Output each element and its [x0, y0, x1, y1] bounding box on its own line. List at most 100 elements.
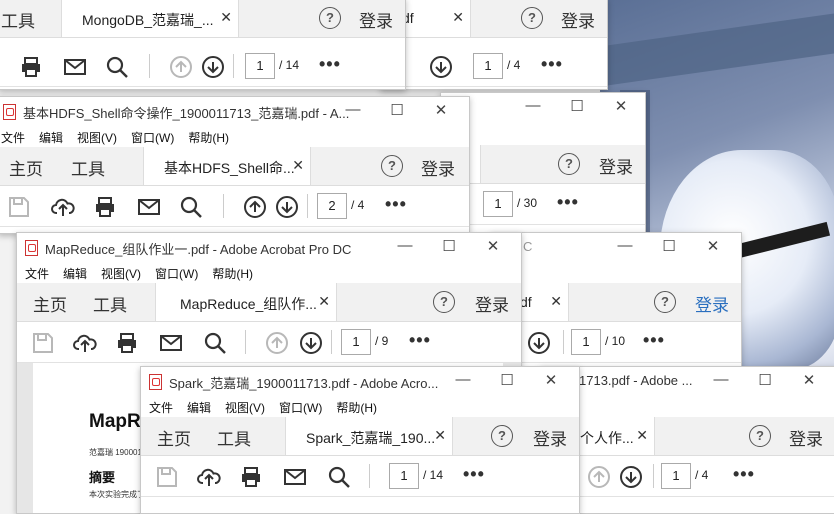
next-page-icon[interactable]	[429, 55, 453, 79]
email-icon[interactable]	[283, 465, 307, 489]
tab-tools[interactable]: 工具	[71, 155, 105, 180]
close-tab-icon[interactable]: ✕	[550, 293, 562, 310]
menu-file[interactable]: 文件	[149, 399, 173, 416]
maximize-icon[interactable]: ☐	[745, 371, 785, 389]
minimize-icon[interactable]: —	[605, 237, 645, 254]
minimize-icon[interactable]: —	[701, 371, 741, 388]
close-icon[interactable]: ✕	[789, 371, 829, 389]
menu-edit[interactable]: 编辑	[39, 129, 63, 146]
login-button[interactable]: 登录	[533, 425, 567, 450]
login-button[interactable]: 登录	[789, 425, 823, 450]
next-page-icon[interactable]	[275, 195, 299, 219]
login-button[interactable]: 登录	[599, 153, 633, 178]
page-number-input[interactable]: 1	[245, 53, 275, 79]
more-tools-icon[interactable]: •••	[643, 330, 665, 351]
prev-page-icon[interactable]	[265, 331, 289, 355]
minimize-icon[interactable]: —	[443, 371, 483, 388]
print-icon[interactable]	[93, 195, 117, 219]
page-number-input[interactable]: 2	[317, 193, 347, 219]
help-icon[interactable]: ?	[433, 291, 455, 313]
acrobat-window-back-middle[interactable]: — ☐ ✕ ? 登录 1 / 30 •••	[440, 92, 646, 234]
search-icon[interactable]	[179, 195, 203, 219]
maximize-icon[interactable]: ☐	[429, 237, 469, 255]
save-icon[interactable]	[155, 465, 179, 489]
menu-file[interactable]: 文件	[1, 129, 25, 146]
tab-home[interactable]: 主页	[33, 291, 67, 316]
close-icon[interactable]: ✕	[601, 97, 641, 115]
close-icon[interactable]: ✕	[531, 371, 571, 389]
maximize-icon[interactable]: ☐	[377, 101, 417, 119]
next-page-icon[interactable]	[299, 331, 323, 355]
minimize-icon[interactable]: —	[513, 97, 553, 114]
maximize-icon[interactable]: ☐	[557, 97, 597, 115]
close-icon[interactable]: ✕	[693, 237, 733, 255]
close-icon[interactable]: ✕	[421, 101, 461, 119]
acrobat-window-spark[interactable]: Spark_范嘉瑞_1900011713.pdf - Adobe Acro...…	[140, 366, 580, 514]
help-icon[interactable]: ?	[558, 153, 580, 175]
close-tab-icon[interactable]: ✕	[220, 9, 232, 26]
close-tab-icon[interactable]: ✕	[636, 427, 648, 444]
prev-page-icon[interactable]	[243, 195, 267, 219]
save-icon[interactable]	[7, 195, 31, 219]
more-tools-icon[interactable]: •••	[541, 54, 563, 75]
tab-tools[interactable]: 工具	[1, 7, 35, 32]
email-icon[interactable]	[63, 55, 87, 79]
login-button[interactable]: 登录	[561, 7, 595, 32]
help-icon[interactable]: ?	[749, 425, 771, 447]
tab-home[interactable]: 主页	[157, 425, 191, 450]
more-tools-icon[interactable]: •••	[385, 194, 407, 215]
acrobat-window-back-top-right[interactable]: df ✕ ? 登录 1 / 4 •••	[380, 0, 608, 90]
tab-home[interactable]: 主页	[9, 155, 43, 180]
menu-file[interactable]: 文件	[25, 265, 49, 282]
help-icon[interactable]: ?	[381, 155, 403, 177]
upload-cloud-icon[interactable]	[197, 465, 221, 489]
minimize-icon[interactable]: —	[385, 237, 425, 254]
print-icon[interactable]	[115, 331, 139, 355]
acrobat-window-back-right[interactable]: C — ☐ ✕ df ✕ ? 登录 1 / 10 •••	[490, 232, 742, 370]
menu-help[interactable]: 帮助(H)	[212, 265, 253, 282]
help-icon[interactable]: ?	[654, 291, 676, 313]
acrobat-window-hdfs[interactable]: 基本HDFS_Shell命令操作_1900011713_范嘉瑞.pdf - A.…	[0, 96, 470, 234]
menu-edit[interactable]: 编辑	[63, 265, 87, 282]
login-button[interactable]: 登录	[421, 155, 455, 180]
help-icon[interactable]: ?	[319, 7, 341, 29]
acrobat-window-personal[interactable]: 1713.pdf - Adobe ... — ☐ ✕ 个人作... ✕ ? 登录…	[540, 366, 834, 514]
close-tab-icon[interactable]: ✕	[318, 293, 330, 310]
more-tools-icon[interactable]: •••	[557, 192, 579, 213]
tab-document[interactable]: Spark_范嘉瑞_190... ✕	[285, 417, 453, 455]
email-icon[interactable]	[159, 331, 183, 355]
close-tab-icon[interactable]: ✕	[452, 9, 464, 26]
page-number-input[interactable]: 1	[341, 329, 371, 355]
page-number-input[interactable]: 1	[571, 329, 601, 355]
page-number-input[interactable]: 1	[389, 463, 419, 489]
tab-document[interactable]: MapReduce_组队作... ✕	[155, 283, 337, 321]
search-icon[interactable]	[327, 465, 351, 489]
tab-document[interactable]: 基本HDFS_Shell命... ✕	[143, 147, 311, 185]
prev-page-icon[interactable]	[169, 55, 193, 79]
next-page-icon[interactable]	[527, 331, 551, 355]
login-button[interactable]: 登录	[695, 291, 729, 316]
prev-page-icon[interactable]	[587, 465, 611, 489]
acrobat-window-mongodb[interactable]: 工具 MongoDB_范嘉瑞_... ✕ ? 登录 1 / 14 •••	[0, 0, 406, 90]
menu-edit[interactable]: 编辑	[187, 399, 211, 416]
menu-window[interactable]: 窗口(W)	[279, 399, 322, 416]
maximize-icon[interactable]: ☐	[487, 371, 527, 389]
menu-help[interactable]: 帮助(H)	[336, 399, 377, 416]
close-tab-icon[interactable]: ✕	[434, 427, 446, 444]
more-tools-icon[interactable]: •••	[409, 330, 431, 351]
more-tools-icon[interactable]: •••	[319, 54, 341, 75]
save-icon[interactable]	[31, 331, 55, 355]
menu-window[interactable]: 窗口(W)	[131, 129, 174, 146]
page-number-input[interactable]: 1	[483, 191, 513, 217]
search-icon[interactable]	[203, 331, 227, 355]
close-icon[interactable]: ✕	[473, 237, 513, 255]
print-icon[interactable]	[19, 55, 43, 79]
page-number-input[interactable]: 1	[661, 463, 691, 489]
menu-help[interactable]: 帮助(H)	[188, 129, 229, 146]
tab-tools[interactable]: 工具	[93, 291, 127, 316]
menu-view[interactable]: 视图(V)	[225, 399, 265, 416]
search-icon[interactable]	[105, 55, 129, 79]
minimize-icon[interactable]: —	[333, 101, 373, 118]
next-page-icon[interactable]	[201, 55, 225, 79]
tab-document[interactable]: MongoDB_范嘉瑞_... ✕	[61, 0, 239, 37]
